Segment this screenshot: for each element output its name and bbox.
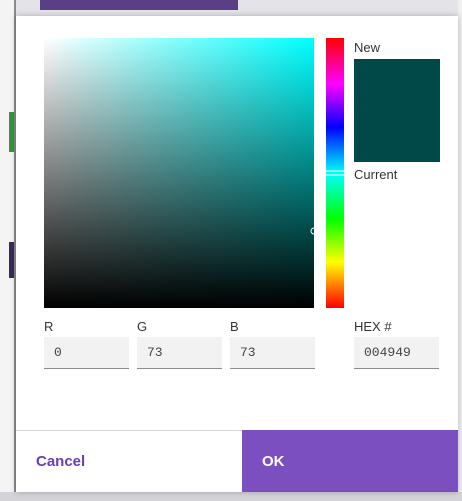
blue-input[interactable] <box>230 337 315 369</box>
new-color-swatch <box>354 59 440 162</box>
saturation-brightness-handle[interactable] <box>310 227 318 235</box>
background-app-bottom <box>0 492 462 501</box>
current-color-label: Current <box>354 167 398 182</box>
cancel-button[interactable]: Cancel <box>16 430 242 492</box>
color-picker-dialog: New Current R G B HEX # Cancel OK <box>16 16 458 492</box>
green-label: G <box>137 319 148 334</box>
new-color-label: New <box>354 40 381 55</box>
hue-slider[interactable] <box>324 38 346 308</box>
hex-label: HEX # <box>354 319 392 334</box>
hex-input[interactable] <box>354 337 439 369</box>
background-app-right <box>458 0 462 501</box>
ok-button[interactable]: OK <box>242 430 458 492</box>
blue-label: B <box>230 319 239 334</box>
background-app-header-bar <box>40 0 238 10</box>
hue-slider-handle[interactable] <box>324 170 346 176</box>
red-label: R <box>44 319 54 334</box>
green-input[interactable] <box>137 337 222 369</box>
saturation-brightness-area[interactable] <box>44 38 318 308</box>
red-input[interactable] <box>44 337 129 369</box>
